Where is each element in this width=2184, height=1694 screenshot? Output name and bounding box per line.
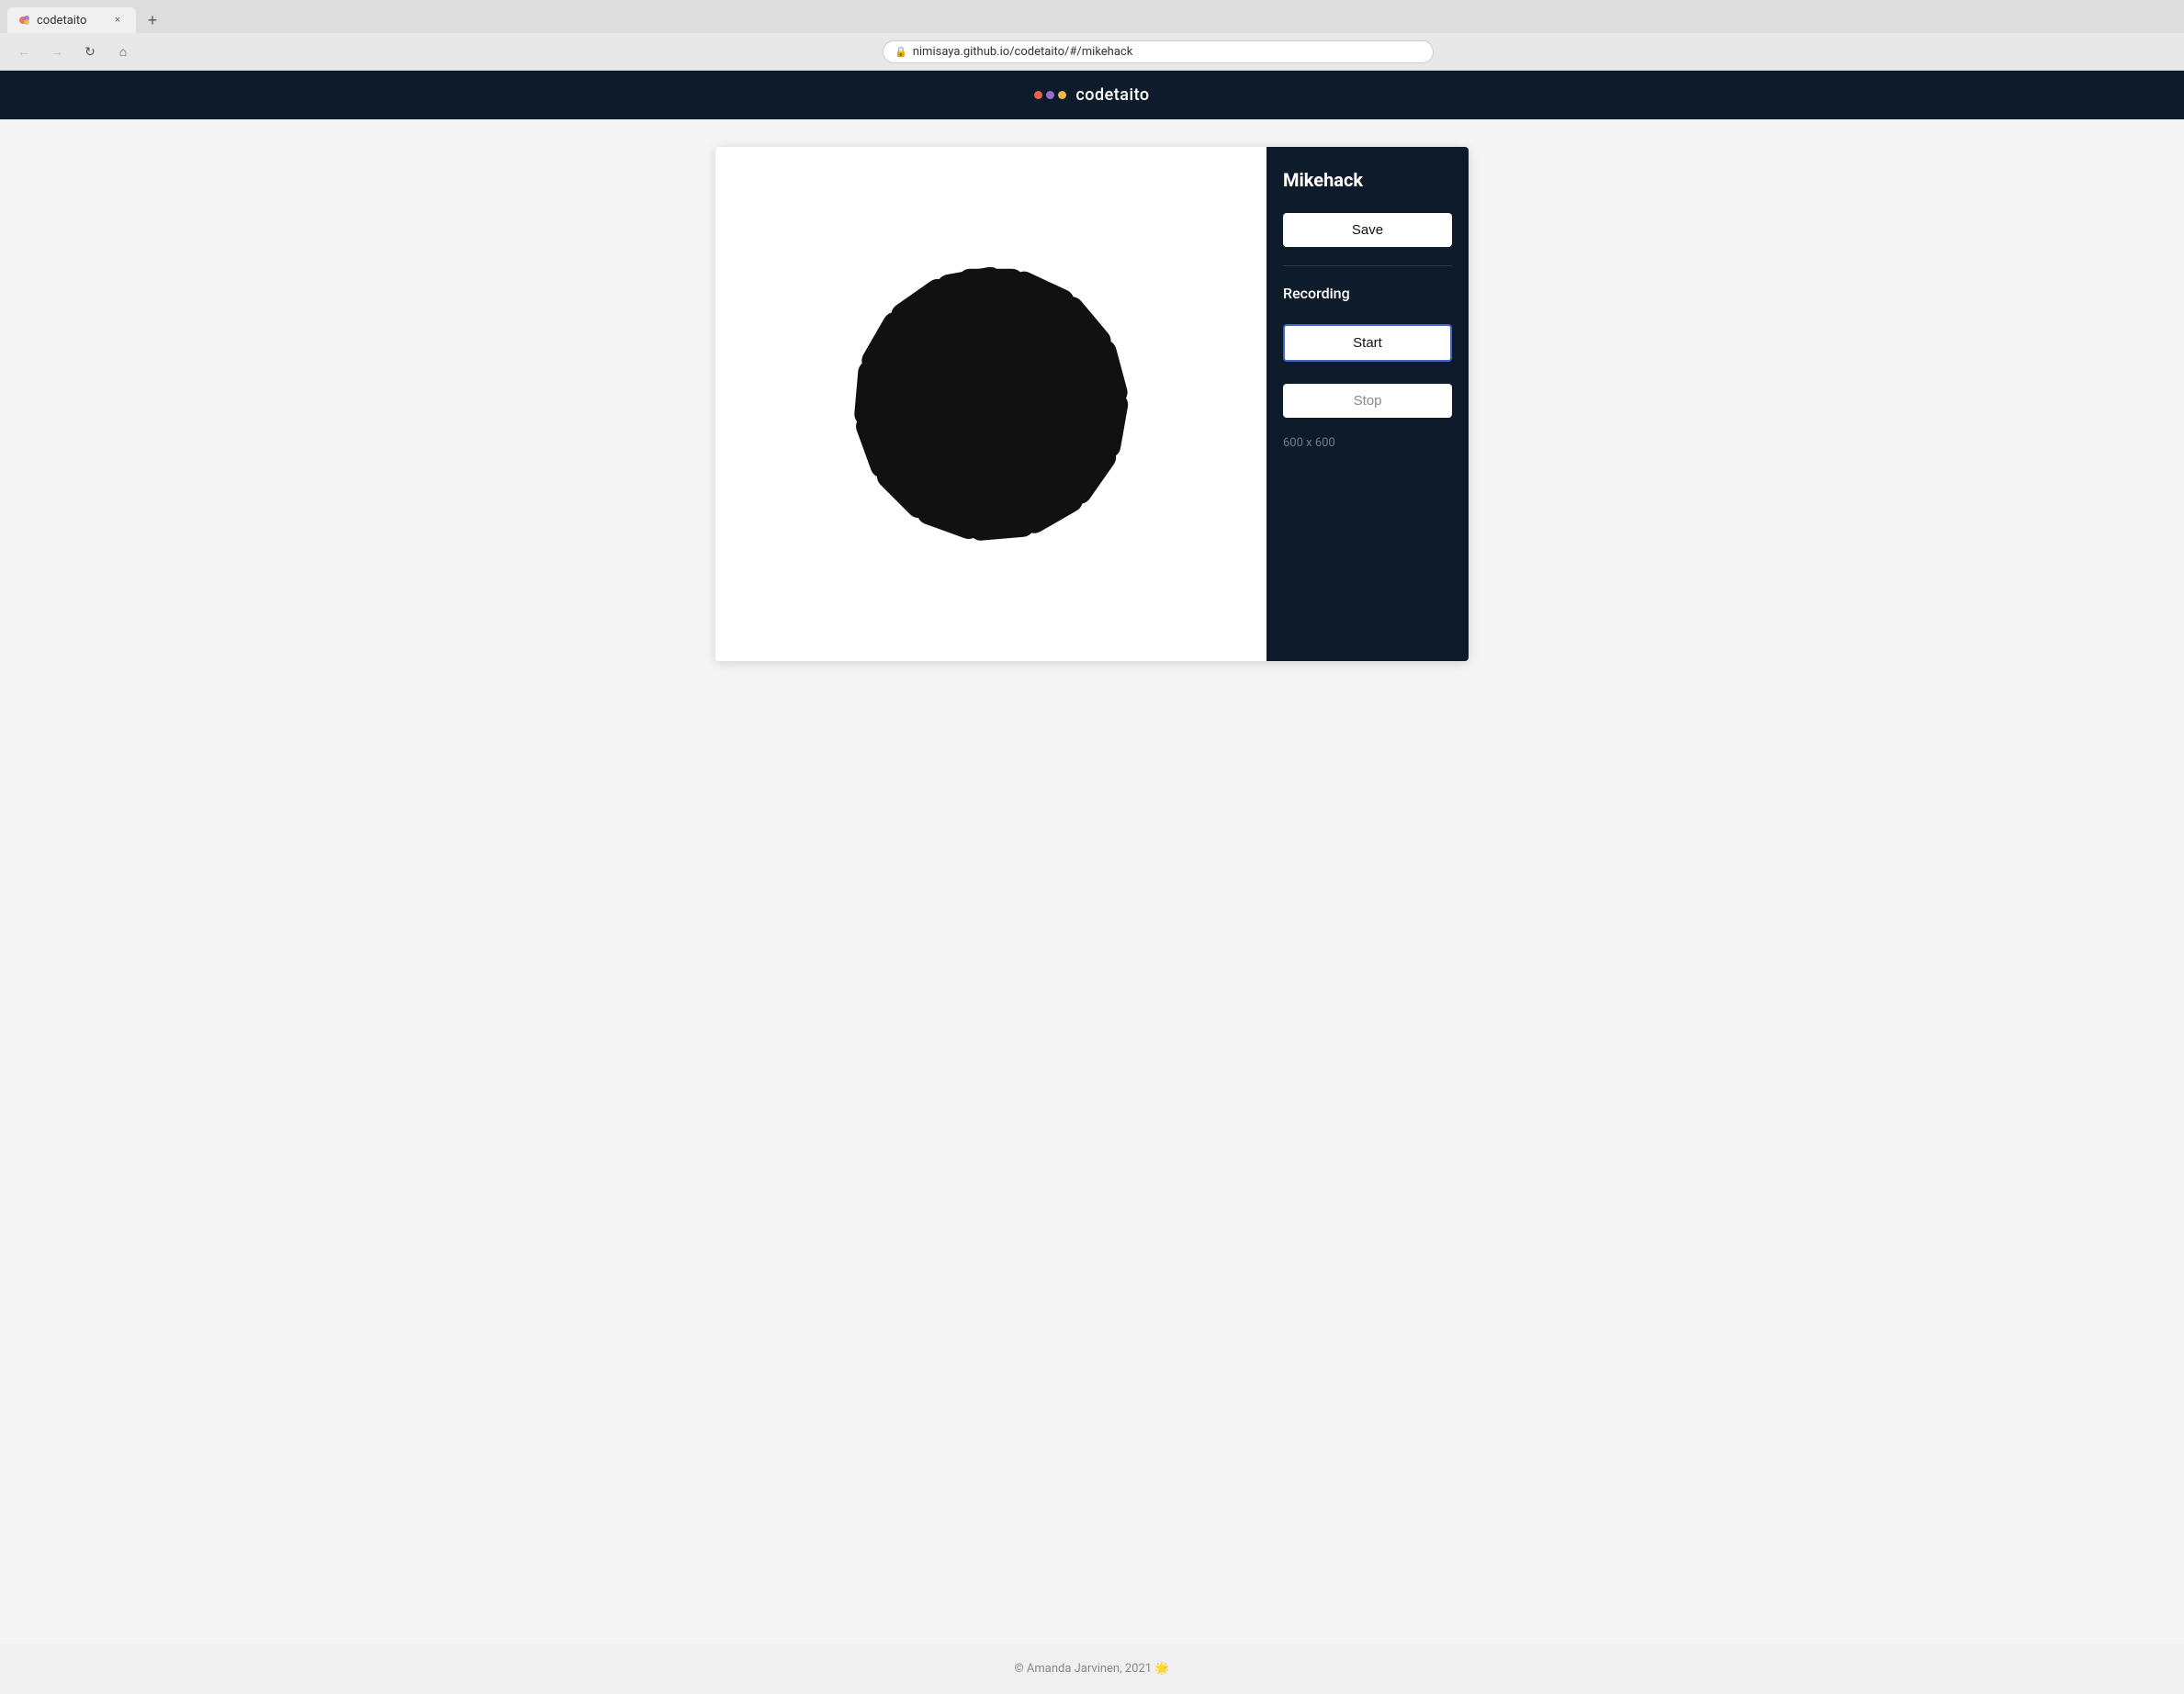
recording-label: Recording	[1283, 285, 1452, 302]
stop-recording-button[interactable]: Stop	[1283, 384, 1452, 418]
forward-button[interactable]: →	[44, 39, 70, 64]
home-button[interactable]: ⌂	[110, 39, 136, 64]
lock-icon: 🔒	[895, 46, 907, 58]
canvas-area	[715, 147, 1266, 661]
active-tab[interactable]: codetaito ×	[7, 7, 136, 33]
app-container: Mikehack Save Recording Start Stop 600 x…	[715, 147, 1469, 661]
sidebar-panel: Mikehack Save Recording Start Stop 600 x…	[1266, 147, 1469, 661]
footer-emoji: 🌟	[1154, 1662, 1169, 1676]
sidebar-divider	[1283, 265, 1452, 266]
tab-title: codetaito	[37, 14, 86, 28]
address-bar[interactable]: 🔒 nimisaya.github.io/codetaito/#/mikehac…	[883, 40, 1434, 63]
start-recording-button[interactable]: Start	[1283, 324, 1452, 362]
url-text: nimisaya.github.io/codetaito/#/mikehack	[913, 45, 1133, 59]
back-button[interactable]: ←	[11, 39, 37, 64]
site-header: codetaito	[0, 71, 2184, 119]
address-bar-row: ← → ↻ ⌂ 🔒 nimisaya.github.io/codetaito/#…	[0, 33, 2184, 70]
footer-copyright: © Amanda Jarvinen, 2021	[1014, 1662, 1152, 1676]
flower-artwork	[816, 230, 1165, 578]
new-tab-button[interactable]: +	[140, 7, 165, 33]
site-footer: © Amanda Jarvinen, 2021 🌟	[0, 1644, 2184, 1694]
browser-chrome: codetaito × + ← → ↻ ⌂ 🔒 nimisaya.github.…	[0, 0, 2184, 71]
artwork-canvas	[771, 184, 1211, 624]
canvas-size-label: 600 x 600	[1283, 436, 1452, 450]
flower-petals	[852, 265, 1130, 543]
logo-dot-purple	[1046, 91, 1054, 99]
site-logo: codetaito	[1034, 85, 1149, 105]
tab-bar: codetaito × +	[0, 0, 2184, 33]
save-button[interactable]: Save	[1283, 213, 1452, 247]
tab-favicon	[18, 14, 31, 27]
site-title: codetaito	[1075, 85, 1149, 105]
tab-close-button[interactable]: ×	[110, 13, 125, 28]
logo-dots	[1034, 91, 1066, 99]
logo-dot-yellow	[1058, 91, 1066, 99]
logo-dot-red	[1034, 91, 1042, 99]
sidebar-project-title: Mikehack	[1283, 169, 1452, 191]
refresh-button[interactable]: ↻	[77, 39, 103, 64]
main-content: Mikehack Save Recording Start Stop 600 x…	[0, 119, 2184, 1644]
